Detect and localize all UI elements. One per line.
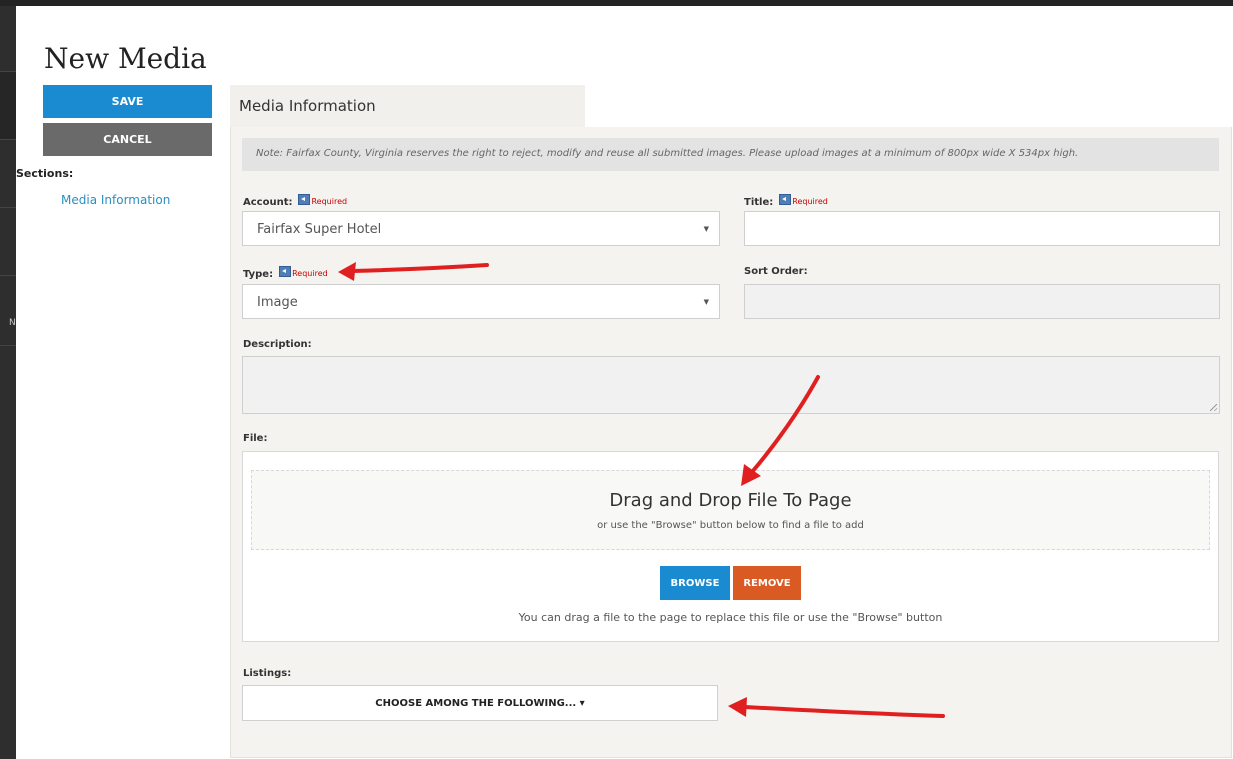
drop-zone-title: Drag and Drop File To Page	[609, 490, 852, 511]
required-marker: Required	[779, 194, 828, 206]
type-value: Image	[257, 295, 298, 310]
sort-order-label: Sort Order:	[744, 266, 808, 277]
image-note: Note: Fairfax County, Virginia reserves …	[242, 138, 1219, 171]
arrow-left-icon	[779, 194, 792, 205]
description-label: Description:	[243, 339, 312, 350]
arrow-left-icon	[279, 266, 292, 277]
left-nav-item[interactable]	[0, 207, 16, 276]
sections-label: Sections:	[16, 167, 74, 180]
tab-media-information[interactable]: Media Information	[230, 85, 585, 127]
left-nav-item[interactable]	[0, 275, 16, 346]
drop-zone-subtitle: or use the "Browse" button below to find…	[597, 520, 864, 531]
left-nav-rail: N	[0, 6, 16, 759]
remove-button[interactable]: REMOVE	[733, 566, 801, 600]
type-select[interactable]: Image ▼	[242, 284, 720, 319]
left-nav-item[interactable]	[0, 139, 16, 208]
browse-button[interactable]: BROWSE	[660, 566, 730, 600]
file-label: File:	[243, 433, 268, 444]
save-button[interactable]: SAVE	[43, 85, 212, 118]
type-label: Type: Required	[243, 266, 328, 280]
cancel-button[interactable]: CANCEL	[43, 123, 212, 156]
resize-grip-icon[interactable]	[1210, 404, 1217, 411]
required-text: Required	[311, 197, 348, 206]
nav-glyph: N	[9, 318, 16, 328]
title-input[interactable]	[744, 211, 1220, 246]
listings-label: Listings:	[243, 668, 292, 679]
caret-down-icon: ▼	[703, 225, 709, 233]
section-link-media-information[interactable]: Media Information	[61, 193, 170, 207]
account-value: Fairfax Super Hotel	[257, 222, 382, 237]
file-hint: You can drag a file to the page to repla…	[518, 611, 943, 624]
note-text: Note: Fairfax County, Virginia reserves …	[256, 148, 1079, 159]
description-textarea[interactable]	[242, 356, 1220, 414]
account-label: Account: Required	[243, 194, 347, 208]
tab-label: Media Information	[239, 97, 376, 115]
left-nav-item[interactable]	[0, 71, 16, 140]
page-title: New Media	[44, 42, 207, 75]
caret-down-icon: ▼	[703, 298, 709, 306]
left-nav-divider	[0, 345, 16, 347]
required-marker: Required	[279, 266, 328, 278]
required-text: Required	[792, 197, 828, 206]
file-drop-zone[interactable]: Drag and Drop File To Page or use the "B…	[251, 470, 1210, 550]
account-select[interactable]: Fairfax Super Hotel ▼	[242, 211, 720, 246]
account-label-text: Account:	[243, 197, 293, 208]
top-bar	[0, 0, 1233, 6]
listings-dropdown-label: CHOOSE AMONG THE FOLLOWING... ▾	[375, 698, 585, 709]
title-label: Title: Required	[744, 194, 828, 208]
listings-dropdown[interactable]: CHOOSE AMONG THE FOLLOWING... ▾	[242, 685, 718, 721]
type-label-text: Type:	[243, 269, 274, 280]
title-label-text: Title:	[744, 197, 774, 208]
sort-order-input[interactable]	[744, 284, 1220, 319]
required-marker: Required	[298, 194, 347, 206]
required-text: Required	[292, 269, 328, 278]
arrow-left-icon	[298, 194, 311, 205]
